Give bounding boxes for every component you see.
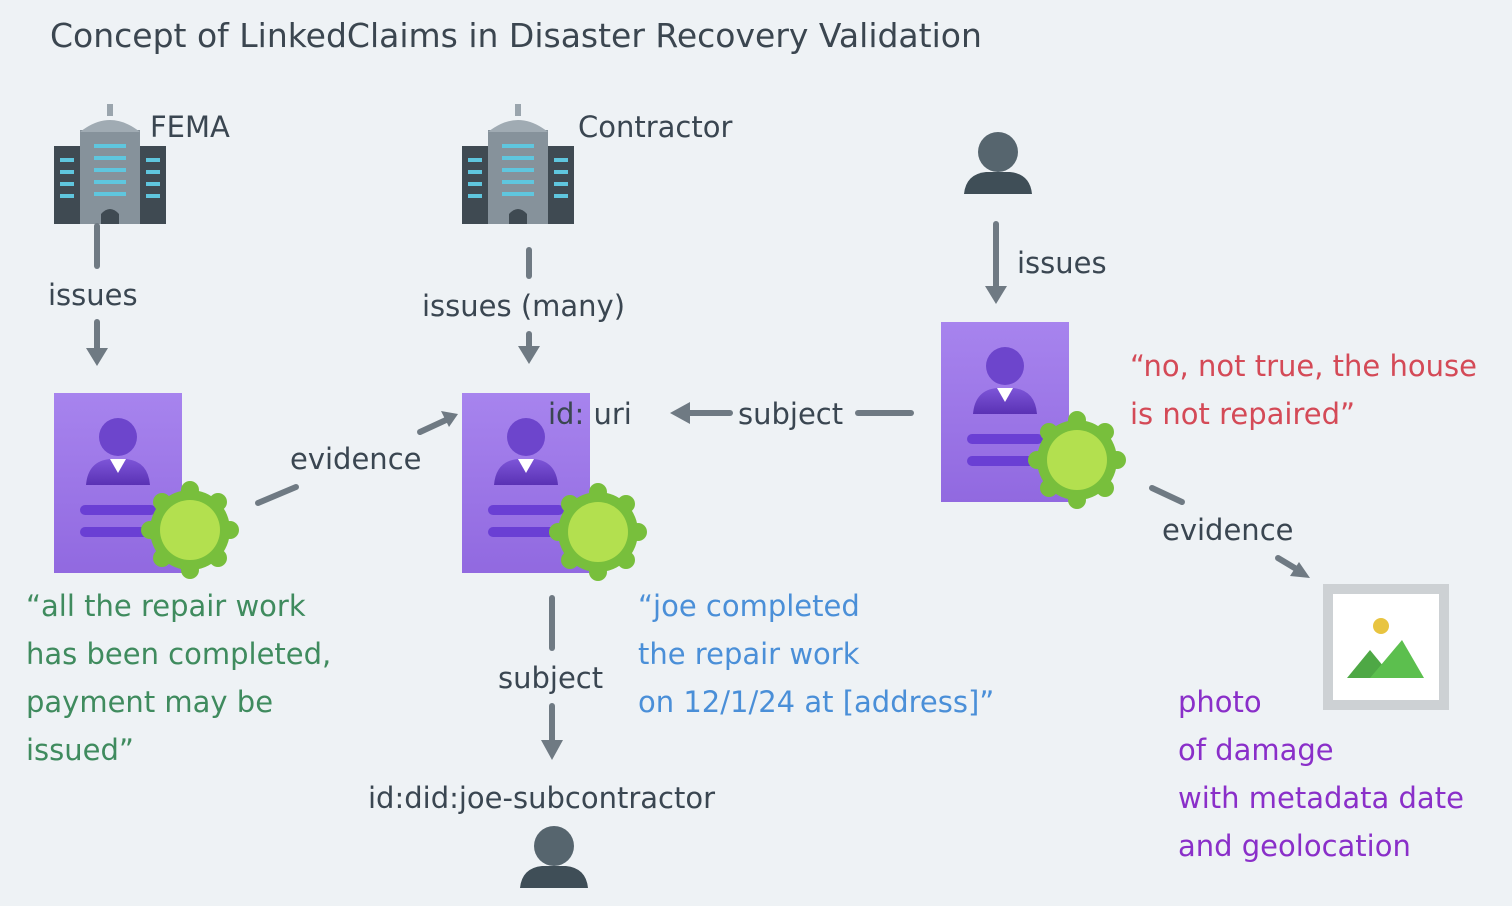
diagram-canvas: Concept of LinkedClaims in Disaster Reco… <box>0 0 1512 906</box>
evidence-left-line-upper <box>417 417 449 435</box>
photo-caption-line: and geolocation <box>1178 829 1411 863</box>
subject-down-arrowhead <box>541 740 563 760</box>
contractor-issues-arrowhead <box>518 346 540 364</box>
evidence-right-label: evidence <box>1162 513 1294 547</box>
contractor-issues-label: issues (many) <box>422 289 626 323</box>
fema-issues-arrowhead <box>86 348 108 366</box>
photo-caption-line: of damage <box>1178 733 1334 767</box>
fema-seal-icon <box>141 481 239 579</box>
photo-caption-line: photo <box>1178 685 1262 719</box>
photo-image-icon <box>1323 584 1449 710</box>
contractor-claim-line: on 12/1/24 at [address]” <box>638 685 995 719</box>
subcontractor-id-label: id:did:joe-subcontractor <box>368 781 715 815</box>
evidence-left-label: evidence <box>290 442 422 476</box>
homeowner-issues-arrowhead <box>985 286 1007 304</box>
subject-label: subject <box>738 397 844 431</box>
evidence-left-line-lower <box>255 484 299 506</box>
fema-claim-line: payment may be <box>26 685 274 719</box>
contractor-claim-line: the repair work <box>638 637 860 671</box>
subcontractor-person-icon <box>520 826 588 888</box>
evidence-right-line-upper <box>1149 485 1185 505</box>
contractor-seal-icon <box>549 483 647 581</box>
homeowner-claim-line: “no, not true, the house <box>1130 349 1477 383</box>
contractor-claim-line: “joe completed <box>638 589 860 623</box>
fema-claim-line: has been completed, <box>26 637 332 671</box>
credential-id-label: id: uri <box>548 397 632 431</box>
evidence-right-line-lower <box>1275 555 1301 573</box>
fema-issues-label: issues <box>48 278 138 312</box>
contractor-label: Contractor <box>578 110 733 144</box>
photo-caption-line: with metadata date <box>1178 781 1464 815</box>
diagram-title: Concept of LinkedClaims in Disaster Reco… <box>50 16 982 55</box>
homeowner-person-icon <box>964 132 1032 194</box>
homeowner-issues-label: issues <box>1017 246 1107 280</box>
fema-label: FEMA <box>150 110 230 144</box>
fema-claim-line: issued” <box>26 733 134 767</box>
homeowner-seal-icon <box>1028 411 1126 509</box>
subject-arrowhead <box>670 402 690 424</box>
fema-claim-line: “all the repair work <box>26 589 306 623</box>
homeowner-claim-line: is not repaired” <box>1130 397 1356 431</box>
contractor-building-icon <box>462 104 574 224</box>
subject-down-label: subject <box>498 661 604 695</box>
